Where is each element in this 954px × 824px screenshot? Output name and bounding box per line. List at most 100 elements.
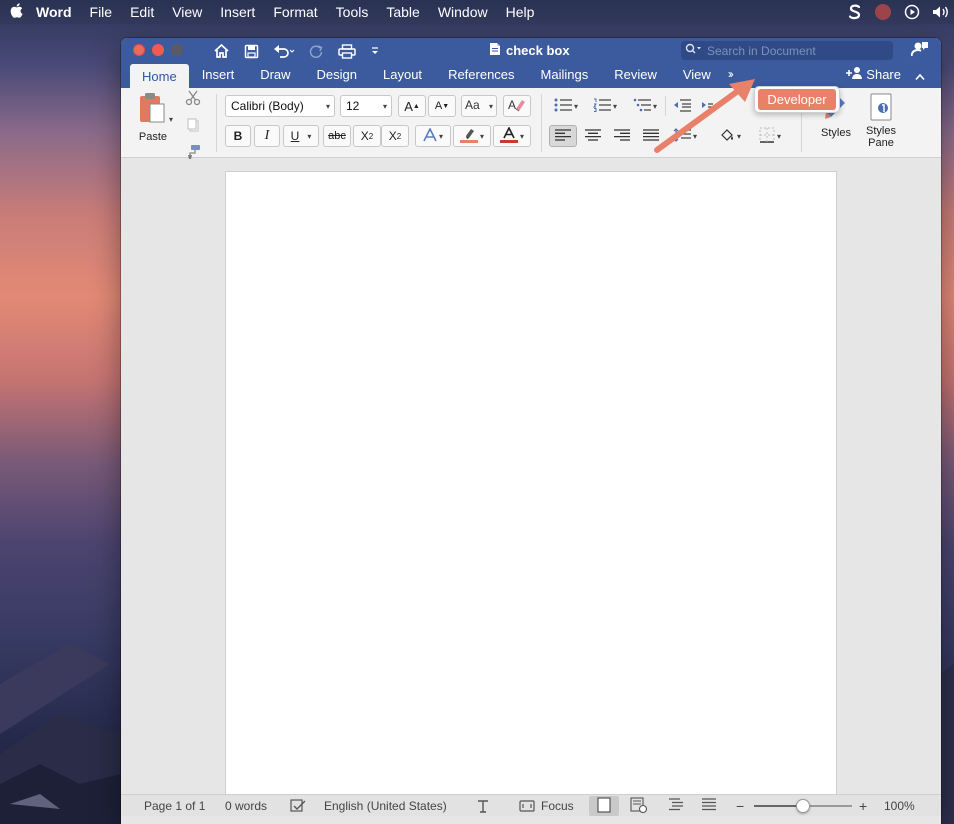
- draft-view-button[interactable]: [694, 796, 724, 816]
- bold-label: B: [233, 129, 243, 143]
- search-input[interactable]: [707, 43, 887, 58]
- volume-icon[interactable]: [932, 5, 950, 19]
- borders-icon: [759, 127, 775, 146]
- align-right-button[interactable]: [608, 125, 636, 147]
- menu-window[interactable]: Window: [429, 4, 497, 20]
- tab-home[interactable]: Home: [130, 64, 189, 88]
- collapse-ribbon-chevron-icon[interactable]: [915, 68, 925, 86]
- play-circle-icon[interactable]: [904, 4, 920, 20]
- copy-icon[interactable]: [185, 117, 201, 138]
- proofing-icon[interactable]: [290, 798, 306, 814]
- grow-font-label: A: [404, 98, 413, 114]
- italic-button[interactable]: I: [254, 125, 280, 147]
- grow-font-button[interactable]: A ▲: [398, 95, 426, 117]
- clear-formatting-button[interactable]: A: [503, 95, 531, 117]
- zoom-level[interactable]: 100%: [884, 798, 915, 814]
- red-status-icon[interactable]: [874, 3, 892, 21]
- paint-bucket-icon: [719, 127, 735, 146]
- numbering-button[interactable]: ▾: [588, 95, 622, 117]
- home-icon[interactable]: [213, 41, 230, 61]
- superscript-mark: 2: [396, 131, 402, 141]
- decrease-indent-button[interactable]: [669, 95, 695, 117]
- menu-file[interactable]: File: [81, 4, 122, 20]
- s-status-icon[interactable]: [848, 4, 862, 20]
- decrease-indent-icon: [673, 98, 691, 115]
- font-color-button[interactable]: ▾: [493, 125, 531, 147]
- overflow-tabs-popup: Developer: [754, 86, 840, 113]
- change-case-button[interactable]: Aa ▾: [461, 95, 497, 117]
- zoom-slider-thumb[interactable]: [796, 799, 810, 813]
- borders-button[interactable]: ▾: [751, 125, 789, 147]
- justify-button[interactable]: [637, 125, 665, 147]
- menu-insert[interactable]: Insert: [211, 4, 264, 20]
- increase-indent-icon: [701, 98, 713, 115]
- superscript-button[interactable]: X2: [381, 125, 409, 147]
- paste-options-caret[interactable]: ▾: [165, 108, 175, 130]
- multilevel-list-button[interactable]: ▾: [628, 95, 662, 117]
- bullets-button[interactable]: ▾: [549, 95, 583, 117]
- strikethrough-button[interactable]: abc: [323, 125, 351, 147]
- web-layout-view-button[interactable]: [624, 796, 654, 816]
- focus-label[interactable]: Focus: [541, 798, 574, 814]
- apple-menu-icon[interactable]: [0, 3, 32, 21]
- increase-indent-button[interactable]: [697, 95, 717, 117]
- align-center-button[interactable]: [579, 125, 607, 147]
- redo-icon[interactable]: [309, 41, 324, 61]
- menu-format[interactable]: Format: [264, 4, 326, 20]
- shrink-font-button[interactable]: A ▼: [428, 95, 456, 117]
- tab-design[interactable]: Design: [304, 64, 370, 88]
- highlight-color-button[interactable]: ▾: [453, 125, 491, 147]
- align-left-button[interactable]: [549, 125, 577, 147]
- tab-insert[interactable]: Insert: [189, 64, 248, 88]
- tab-view[interactable]: View: [670, 64, 724, 88]
- tab-layout[interactable]: Layout: [370, 64, 435, 88]
- language-status[interactable]: English (United States): [324, 798, 447, 814]
- zoom-window-button[interactable]: [171, 44, 183, 56]
- shading-button[interactable]: ▾: [713, 125, 747, 147]
- tab-mailings[interactable]: Mailings: [528, 64, 602, 88]
- customize-toolbar-icon[interactable]: [370, 41, 380, 61]
- chevron-down-icon: ▾: [382, 102, 387, 111]
- menu-table[interactable]: Table: [377, 4, 428, 20]
- zoom-out-button[interactable]: −: [736, 798, 744, 814]
- print-layout-view-button[interactable]: [589, 796, 619, 816]
- outline-view-button[interactable]: [661, 796, 691, 816]
- text-effects-button[interactable]: ▾: [415, 125, 451, 147]
- line-spacing-button[interactable]: ▾: [667, 125, 703, 147]
- font-name-select[interactable]: Calibri (Body) ▾: [225, 95, 335, 117]
- tab-draw[interactable]: Draw: [247, 64, 303, 88]
- menu-app-word[interactable]: Word: [32, 4, 81, 20]
- undo-icon[interactable]: [273, 41, 295, 61]
- close-window-button[interactable]: [133, 44, 145, 56]
- tab-review[interactable]: Review: [601, 64, 670, 88]
- subscript-button[interactable]: X2: [353, 125, 381, 147]
- tab-references[interactable]: References: [435, 64, 527, 88]
- tab-developer[interactable]: Developer: [758, 89, 836, 110]
- menu-view[interactable]: View: [163, 4, 211, 20]
- chevron-down-icon: ▾: [325, 102, 330, 111]
- font-size-select[interactable]: 12 ▾: [340, 95, 392, 117]
- underline-button[interactable]: U ▾: [283, 125, 319, 147]
- document-title: check box: [489, 42, 570, 59]
- text-predictions-icon[interactable]: [476, 798, 490, 814]
- menu-help[interactable]: Help: [497, 4, 544, 20]
- page-count[interactable]: Page 1 of 1: [144, 798, 205, 814]
- share-button[interactable]: Share: [846, 66, 901, 82]
- menu-edit[interactable]: Edit: [121, 4, 163, 20]
- styles-label: Styles: [821, 127, 851, 139]
- styles-pane-button[interactable]: Styles Pane: [861, 92, 901, 149]
- cut-icon[interactable]: [185, 90, 201, 111]
- feedback-icon[interactable]: [910, 41, 929, 62]
- bold-button[interactable]: B: [225, 125, 251, 147]
- search-in-document[interactable]: [681, 41, 893, 60]
- save-icon[interactable]: [244, 41, 259, 61]
- zoom-slider[interactable]: [754, 799, 852, 813]
- focus-mode-icon[interactable]: [519, 798, 535, 814]
- minimize-window-button[interactable]: [152, 44, 164, 56]
- document-page[interactable]: [225, 171, 837, 811]
- tabs-overflow-button[interactable]: ››: [724, 64, 740, 88]
- print-icon[interactable]: [338, 41, 356, 61]
- menu-tools[interactable]: Tools: [327, 4, 378, 20]
- zoom-in-button[interactable]: +: [859, 798, 867, 814]
- word-count[interactable]: 0 words: [225, 798, 267, 814]
